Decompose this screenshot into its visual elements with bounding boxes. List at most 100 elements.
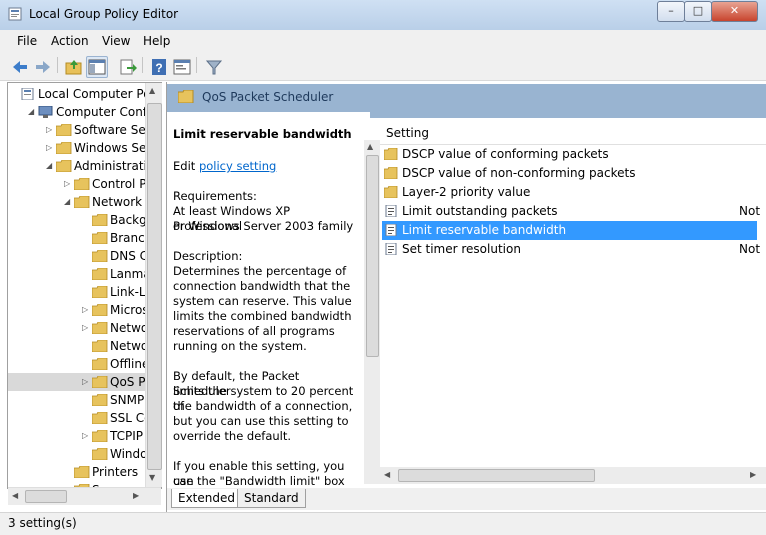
tree-item[interactable]: Printers bbox=[8, 463, 145, 481]
folder-icon bbox=[74, 178, 90, 190]
tree-item[interactable]: Netwo bbox=[8, 337, 148, 355]
tree-item[interactable]: ▷ Windows Sett bbox=[8, 139, 156, 157]
tree-item[interactable]: ▷ Control Pa bbox=[8, 175, 153, 193]
menu-view[interactable]: View bbox=[102, 34, 130, 48]
tree-item[interactable]: Link-La bbox=[8, 283, 153, 301]
scroll-left-icon[interactable]: ◀ bbox=[12, 491, 18, 500]
folder-icon bbox=[384, 186, 398, 198]
tree-scroll-thumb[interactable] bbox=[147, 103, 162, 470]
description-line: limits the system to 20 percent of bbox=[173, 384, 354, 413]
policy-icon bbox=[21, 88, 34, 100]
close-button[interactable]: ✕ bbox=[711, 1, 758, 22]
up-folder-icon[interactable] bbox=[63, 56, 85, 78]
tree-item[interactable]: ▷ QoS Pa bbox=[8, 373, 152, 391]
setting-row[interactable]: Limit outstanding packets Not bbox=[382, 202, 760, 221]
expand-icon[interactable]: ▷ bbox=[64, 180, 71, 188]
tree-item[interactable]: Windo bbox=[8, 445, 148, 463]
forward-icon[interactable] bbox=[32, 56, 54, 78]
scroll-left-icon[interactable]: ◀ bbox=[384, 470, 390, 479]
policy-setting-link[interactable]: policy setting bbox=[199, 159, 276, 173]
description-text: Requirements: At least Windows XP Profess… bbox=[173, 189, 358, 503]
policy-setting-icon bbox=[385, 205, 397, 217]
maximize-button[interactable]: □ bbox=[684, 1, 712, 22]
collapse-icon[interactable]: ◢ bbox=[46, 162, 53, 170]
description-scroll-thumb[interactable] bbox=[366, 155, 379, 357]
properties-icon[interactable] bbox=[171, 56, 193, 78]
description-line: reservations of all programs bbox=[173, 324, 335, 338]
tree-item[interactable]: ▷ Micros bbox=[8, 301, 149, 319]
tree-item[interactable]: Offline bbox=[8, 355, 149, 373]
collapse-icon[interactable]: ◢ bbox=[64, 198, 71, 206]
toolbar-separator bbox=[196, 57, 197, 73]
setting-row[interactable]: Limit reservable bandwidth bbox=[382, 221, 757, 240]
scroll-down-icon[interactable]: ▼ bbox=[149, 473, 155, 482]
tree-item[interactable]: DNS C bbox=[8, 247, 149, 265]
scroll-right-icon[interactable]: ▶ bbox=[750, 470, 756, 479]
show-hide-tree-icon[interactable] bbox=[86, 56, 108, 78]
tree-item-label: Computer Config bbox=[56, 105, 158, 119]
scroll-up-icon[interactable]: ▲ bbox=[367, 142, 373, 151]
console-tree[interactable]: Local Computer Polic ◢ Computer Config ▷ Sof… bbox=[7, 82, 162, 489]
folder-icon bbox=[74, 466, 90, 478]
description-line: system can reserve. This value bbox=[173, 294, 352, 308]
folder-icon bbox=[92, 430, 108, 442]
toolbar-separator bbox=[142, 57, 143, 73]
filter-icon[interactable] bbox=[203, 56, 225, 78]
tree-item-label: Netwo bbox=[110, 321, 149, 335]
tree-item[interactable]: ▷ Netwo bbox=[8, 319, 149, 337]
description-line: connection bandwidth that the bbox=[173, 279, 351, 293]
expand-icon[interactable]: ▷ bbox=[82, 432, 89, 440]
expand-icon[interactable]: ▷ bbox=[82, 306, 89, 314]
tree-item[interactable]: ▷ Software Setti bbox=[8, 121, 158, 139]
help-icon[interactable]: ? bbox=[148, 56, 170, 78]
minimize-button[interactable]: – bbox=[657, 1, 685, 22]
list-column-header[interactable]: Setting bbox=[380, 122, 766, 145]
tree-item-label: DNS C bbox=[110, 249, 149, 263]
folder-icon bbox=[56, 124, 72, 136]
folder-icon bbox=[92, 214, 108, 226]
scroll-right-icon[interactable]: ▶ bbox=[133, 491, 139, 500]
tree-item[interactable]: ◢ Administrative bbox=[8, 157, 161, 175]
tree-item[interactable]: Lanma bbox=[8, 265, 151, 283]
scroll-up-icon[interactable]: ▲ bbox=[149, 86, 155, 95]
expand-icon[interactable]: ▷ bbox=[82, 378, 89, 386]
expand-icon[interactable]: ▷ bbox=[46, 144, 53, 152]
expand-icon[interactable]: ▷ bbox=[46, 126, 53, 134]
tree-item[interactable]: SSL Co bbox=[8, 409, 151, 427]
setting-row[interactable]: Layer-2 priority value bbox=[382, 183, 757, 202]
tree-item[interactable]: Branch bbox=[8, 229, 152, 247]
description-scrollbar[interactable]: ▲ ▼ bbox=[364, 140, 380, 484]
toolbar bbox=[0, 52, 766, 81]
setting-row[interactable]: Set timer resolution Not bbox=[382, 240, 760, 259]
tree-item[interactable]: Local Computer Polic bbox=[8, 85, 161, 103]
tree-item[interactable]: SNMP bbox=[8, 391, 145, 409]
tree-horizontal-scrollbar[interactable]: ◀ ▶ bbox=[8, 487, 161, 505]
tab-standard[interactable]: Standard bbox=[237, 489, 306, 508]
description-line: the bandwidth of a connection, bbox=[173, 399, 353, 413]
collapse-icon[interactable]: ◢ bbox=[28, 108, 35, 116]
setting-name: DSCP value of non-conforming packets bbox=[402, 166, 636, 180]
expand-icon[interactable]: ▷ bbox=[82, 324, 89, 332]
tree-vertical-scrollbar[interactable]: ▲ ▼ bbox=[145, 83, 162, 487]
description-line bbox=[173, 354, 358, 369]
tree-item[interactable]: ◢ Network bbox=[8, 193, 145, 211]
tree-item[interactable]: ▷ TCPIP bbox=[8, 427, 145, 445]
tab-extended[interactable]: Extended bbox=[171, 489, 242, 508]
folder-icon bbox=[92, 268, 108, 280]
back-icon[interactable] bbox=[9, 56, 31, 78]
menu-help[interactable]: Help bbox=[143, 34, 170, 48]
column-setting[interactable]: Setting bbox=[386, 126, 429, 140]
tree-item[interactable]: Backgr bbox=[8, 211, 152, 229]
tree-hscroll-thumb[interactable] bbox=[25, 490, 67, 503]
setting-row[interactable]: DSCP value of conforming packets bbox=[382, 145, 757, 164]
setting-row[interactable]: DSCP value of non-conforming packets bbox=[382, 164, 757, 183]
menu-file[interactable]: File bbox=[17, 34, 37, 48]
tree-item[interactable]: ◢ Computer Config bbox=[8, 103, 158, 121]
export-list-icon[interactable] bbox=[117, 56, 139, 78]
folder-icon bbox=[92, 286, 108, 298]
list-hscroll-thumb[interactable] bbox=[398, 469, 595, 482]
menu-action[interactable]: Action bbox=[51, 34, 89, 48]
edit-policy-line: Edit policy setting bbox=[173, 159, 358, 174]
window-title: Local Group Policy Editor bbox=[29, 7, 179, 21]
list-horizontal-scrollbar[interactable]: ◀ ▶ bbox=[364, 467, 766, 484]
